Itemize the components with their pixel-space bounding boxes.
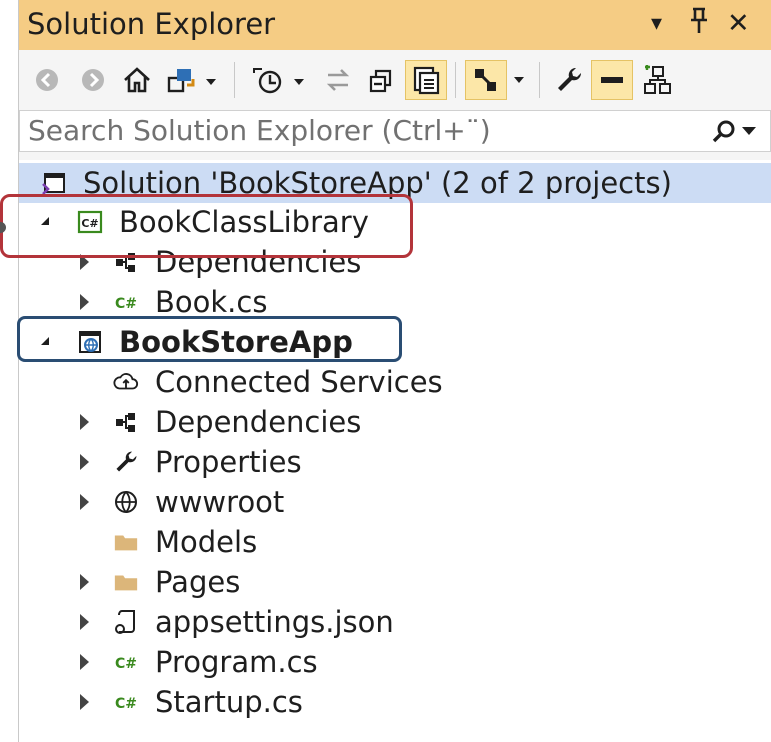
show-all-files-icon bbox=[413, 66, 440, 95]
back-button[interactable] bbox=[33, 60, 61, 100]
window-position-dropdown-icon[interactable]: ▾ bbox=[651, 6, 662, 42]
json-file-icon bbox=[113, 608, 139, 636]
globe-icon bbox=[113, 488, 139, 516]
toolbar bbox=[19, 52, 771, 108]
home-button[interactable] bbox=[121, 60, 153, 100]
svg-text:C#: C# bbox=[115, 696, 137, 712]
expand-arrow-icon[interactable] bbox=[75, 642, 95, 682]
csharp-file-icon: C# bbox=[113, 288, 139, 316]
wrench-icon bbox=[558, 67, 582, 91]
switch-views-icon bbox=[167, 69, 216, 93]
clock-icon bbox=[253, 68, 304, 94]
tree-row[interactable]: wwwroot bbox=[19, 482, 771, 522]
svg-text:C#: C# bbox=[115, 296, 137, 312]
collapse-all-button[interactable] bbox=[365, 60, 399, 100]
screenshot: Solution Explorer ▾ ✕ Search Solution Ex… bbox=[0, 0, 771, 742]
tree-row[interactable]: Dependencies bbox=[19, 402, 771, 442]
search-box[interactable]: Search Solution Explorer (Ctrl+¨) bbox=[19, 110, 771, 152]
expand-arrow-icon[interactable] bbox=[75, 442, 95, 482]
switch-views-button[interactable] bbox=[165, 60, 221, 100]
expand-arrow-icon[interactable] bbox=[75, 402, 95, 442]
search-input[interactable]: Search Solution Explorer (Ctrl+¨) bbox=[28, 114, 491, 147]
tree-row[interactable]: Models bbox=[19, 522, 771, 562]
panel-title: Solution Explorer bbox=[27, 7, 276, 41]
title-bar[interactable]: Solution Explorer ▾ ✕ bbox=[19, 0, 771, 50]
tree-row[interactable]: appsettings.json bbox=[19, 602, 771, 642]
properties-button[interactable] bbox=[551, 60, 587, 100]
search-options-dropdown-icon[interactable] bbox=[742, 127, 756, 135]
expand-arrow-icon[interactable] bbox=[75, 682, 95, 722]
expand-arrow-icon[interactable] bbox=[75, 562, 95, 602]
tree-row[interactable]: Pages bbox=[19, 562, 771, 602]
forward-icon bbox=[82, 69, 104, 91]
tree-row-label: wwwroot bbox=[155, 485, 285, 519]
tree-row-label: Models bbox=[155, 525, 258, 559]
solution-explorer-panel: Solution Explorer ▾ ✕ Search Solution Ex… bbox=[18, 0, 771, 742]
pin-icon[interactable] bbox=[687, 6, 711, 46]
class-diagram-icon bbox=[644, 65, 671, 94]
folder-icon bbox=[113, 528, 139, 556]
preview-dropdown[interactable] bbox=[509, 60, 529, 100]
pending-changes-filter-button[interactable] bbox=[247, 60, 311, 100]
toolbar-separator bbox=[455, 62, 456, 98]
tree-row-label: Program.cs bbox=[155, 645, 318, 679]
search-icon[interactable] bbox=[710, 119, 738, 149]
forward-button[interactable] bbox=[79, 60, 107, 100]
expand-arrow-icon[interactable] bbox=[75, 602, 95, 642]
show-all-files-button[interactable] bbox=[405, 60, 447, 100]
tree-row[interactable]: Connected Services bbox=[19, 362, 771, 402]
tree-row-label: Properties bbox=[155, 445, 302, 479]
tree-row-label: Startup.cs bbox=[155, 685, 303, 719]
tree-row-label: appsettings.json bbox=[155, 605, 394, 639]
preview-icon bbox=[475, 69, 496, 91]
highlight-box-red bbox=[0, 194, 413, 258]
preview-selected-items-button[interactable] bbox=[465, 60, 507, 100]
csharp-file-icon: C# bbox=[113, 648, 139, 676]
minus-icon bbox=[601, 77, 623, 83]
tree-row[interactable]: Properties bbox=[19, 442, 771, 482]
folder-icon bbox=[113, 568, 139, 596]
toolbar-separator bbox=[539, 62, 540, 98]
tree-row-label: Connected Services bbox=[155, 365, 443, 399]
minimize-button[interactable] bbox=[591, 60, 633, 100]
home-icon bbox=[124, 67, 150, 93]
close-icon[interactable]: ✕ bbox=[727, 6, 750, 42]
back-icon bbox=[36, 69, 58, 91]
toolbar-separator bbox=[234, 62, 235, 98]
expand-arrow-icon[interactable] bbox=[75, 482, 95, 522]
sync-with-active-document-button[interactable] bbox=[321, 60, 355, 100]
tree-row[interactable]: C# Startup.cs bbox=[19, 682, 771, 722]
solution-icon bbox=[41, 169, 67, 197]
wrench-icon bbox=[113, 448, 139, 476]
connected-services-icon bbox=[113, 368, 139, 396]
svg-text:C#: C# bbox=[115, 656, 137, 672]
csharp-file-icon: C# bbox=[113, 688, 139, 716]
collapse-all-icon bbox=[369, 69, 392, 93]
highlight-box-blue bbox=[17, 316, 402, 362]
sync-icon bbox=[326, 69, 350, 91]
tree-row-label: Pages bbox=[155, 565, 241, 599]
view-class-diagram-button[interactable] bbox=[639, 60, 675, 100]
dependencies-icon bbox=[113, 408, 139, 436]
tree-row-label: Dependencies bbox=[155, 405, 362, 439]
tree-row[interactable]: C# Program.cs bbox=[19, 642, 771, 682]
